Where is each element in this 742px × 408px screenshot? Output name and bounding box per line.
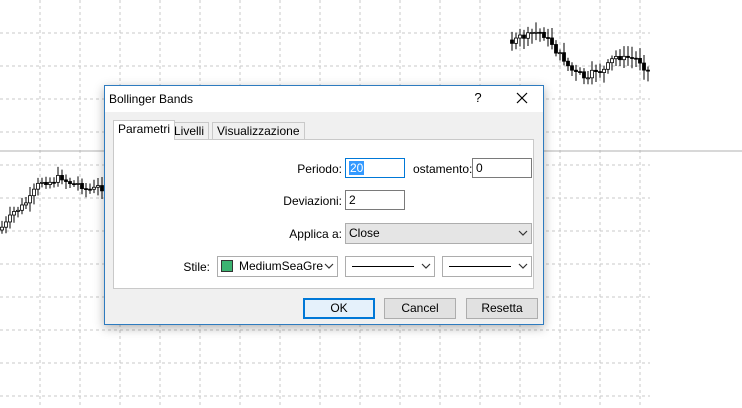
dialog-title: Bollinger Bands (109, 92, 194, 106)
candle-body (594, 69, 598, 72)
candle-body (28, 195, 32, 204)
candle-body (542, 31, 546, 38)
candle-body (598, 71, 602, 73)
candle-body (0, 226, 4, 231)
candle-body (8, 214, 12, 223)
bollinger-dialog: Bollinger Bands ? Parametri Livelli Visu… (104, 85, 544, 325)
help-button[interactable]: ? (469, 88, 487, 108)
candle-body (518, 34, 522, 39)
chevron-down-icon (518, 263, 528, 269)
chevron-down-icon (518, 230, 528, 236)
candle-body (32, 188, 36, 197)
candle-body (590, 69, 594, 79)
candle-body (48, 181, 52, 185)
candle-body (586, 77, 590, 80)
line-width-sample (449, 266, 511, 267)
candle-body (574, 69, 578, 72)
candle-body (642, 62, 646, 71)
candle-body (534, 31, 538, 34)
periodo-label: Periodo: (297, 162, 342, 176)
color-name: MediumSeaGre (239, 259, 324, 273)
candle-body (646, 69, 650, 72)
candle-body (92, 186, 96, 190)
candle-body (526, 32, 530, 39)
candle-body (546, 37, 550, 39)
candle-body (64, 179, 68, 182)
candle-body (44, 181, 48, 185)
reset-button[interactable]: Resetta (466, 298, 538, 319)
stile-label: Stile: (183, 260, 210, 274)
candle-body (80, 183, 84, 190)
candle-body (550, 37, 554, 45)
candle-body (4, 221, 8, 228)
deviazioni-input[interactable]: 2 (345, 190, 405, 210)
candle-body (638, 57, 642, 64)
candle-body (610, 58, 614, 64)
chevron-down-icon (421, 263, 431, 269)
candle-body (618, 56, 622, 61)
candle-body (626, 55, 630, 58)
candle-body (578, 71, 582, 73)
candle-body (566, 60, 570, 67)
line-width-select[interactable] (442, 256, 532, 277)
candle-body (622, 55, 626, 61)
candle-body (634, 57, 638, 60)
applica-select[interactable]: Close (345, 223, 532, 244)
candle-body (72, 183, 76, 186)
close-button[interactable] (510, 88, 534, 108)
applica-label: Applica a: (289, 227, 342, 241)
candle-body (12, 211, 16, 216)
candle-body (558, 52, 562, 55)
candle-body (562, 52, 566, 62)
candle-body (60, 175, 64, 181)
tab-parametri[interactable]: Parametri (113, 120, 176, 140)
color-select[interactable]: MediumSeaGre (217, 256, 338, 277)
candle-body (530, 32, 534, 34)
close-icon (516, 92, 528, 104)
candle-body (522, 34, 526, 39)
candle-body (16, 209, 20, 212)
candle-body (514, 37, 518, 44)
candle-body (614, 56, 618, 60)
candle-body (40, 181, 44, 184)
chevron-down-icon (324, 263, 334, 269)
line-style-select[interactable] (345, 256, 435, 277)
candle-body (630, 57, 634, 59)
deviazioni-label: Deviazioni: (283, 194, 342, 208)
tab-visualizzazione[interactable]: Visualizzazione (212, 122, 305, 140)
title-bar: Bollinger Bands ? (105, 86, 543, 112)
candle-body (84, 188, 88, 191)
candle-body (582, 71, 586, 79)
applica-value: Close (349, 226, 380, 240)
candle-body (20, 204, 24, 211)
candle-body (76, 183, 80, 185)
candle-body (68, 181, 72, 185)
candle-body (538, 31, 542, 34)
candle-body (96, 185, 100, 188)
candle-body (52, 181, 56, 184)
parametri-panel: Periodo: 20 ostamento: 0 Deviazioni: 2 A… (113, 139, 534, 289)
candle-body (36, 182, 40, 190)
candle-body (602, 68, 606, 73)
candle-body (56, 175, 60, 183)
candle-body (88, 188, 92, 191)
ok-button[interactable]: OK (303, 298, 375, 319)
periodo-input[interactable]: 20 (345, 158, 405, 178)
candle-body (24, 202, 28, 206)
cancel-button[interactable]: Cancel (384, 298, 456, 319)
line-style-sample (352, 266, 414, 267)
spostamento-label: ostamento: (413, 162, 473, 176)
spostamento-input[interactable]: 0 (472, 158, 532, 178)
candle-body (510, 39, 514, 44)
candle-body (554, 44, 558, 54)
color-swatch (221, 260, 233, 272)
candle-body (570, 65, 574, 71)
candle-body (606, 62, 610, 70)
